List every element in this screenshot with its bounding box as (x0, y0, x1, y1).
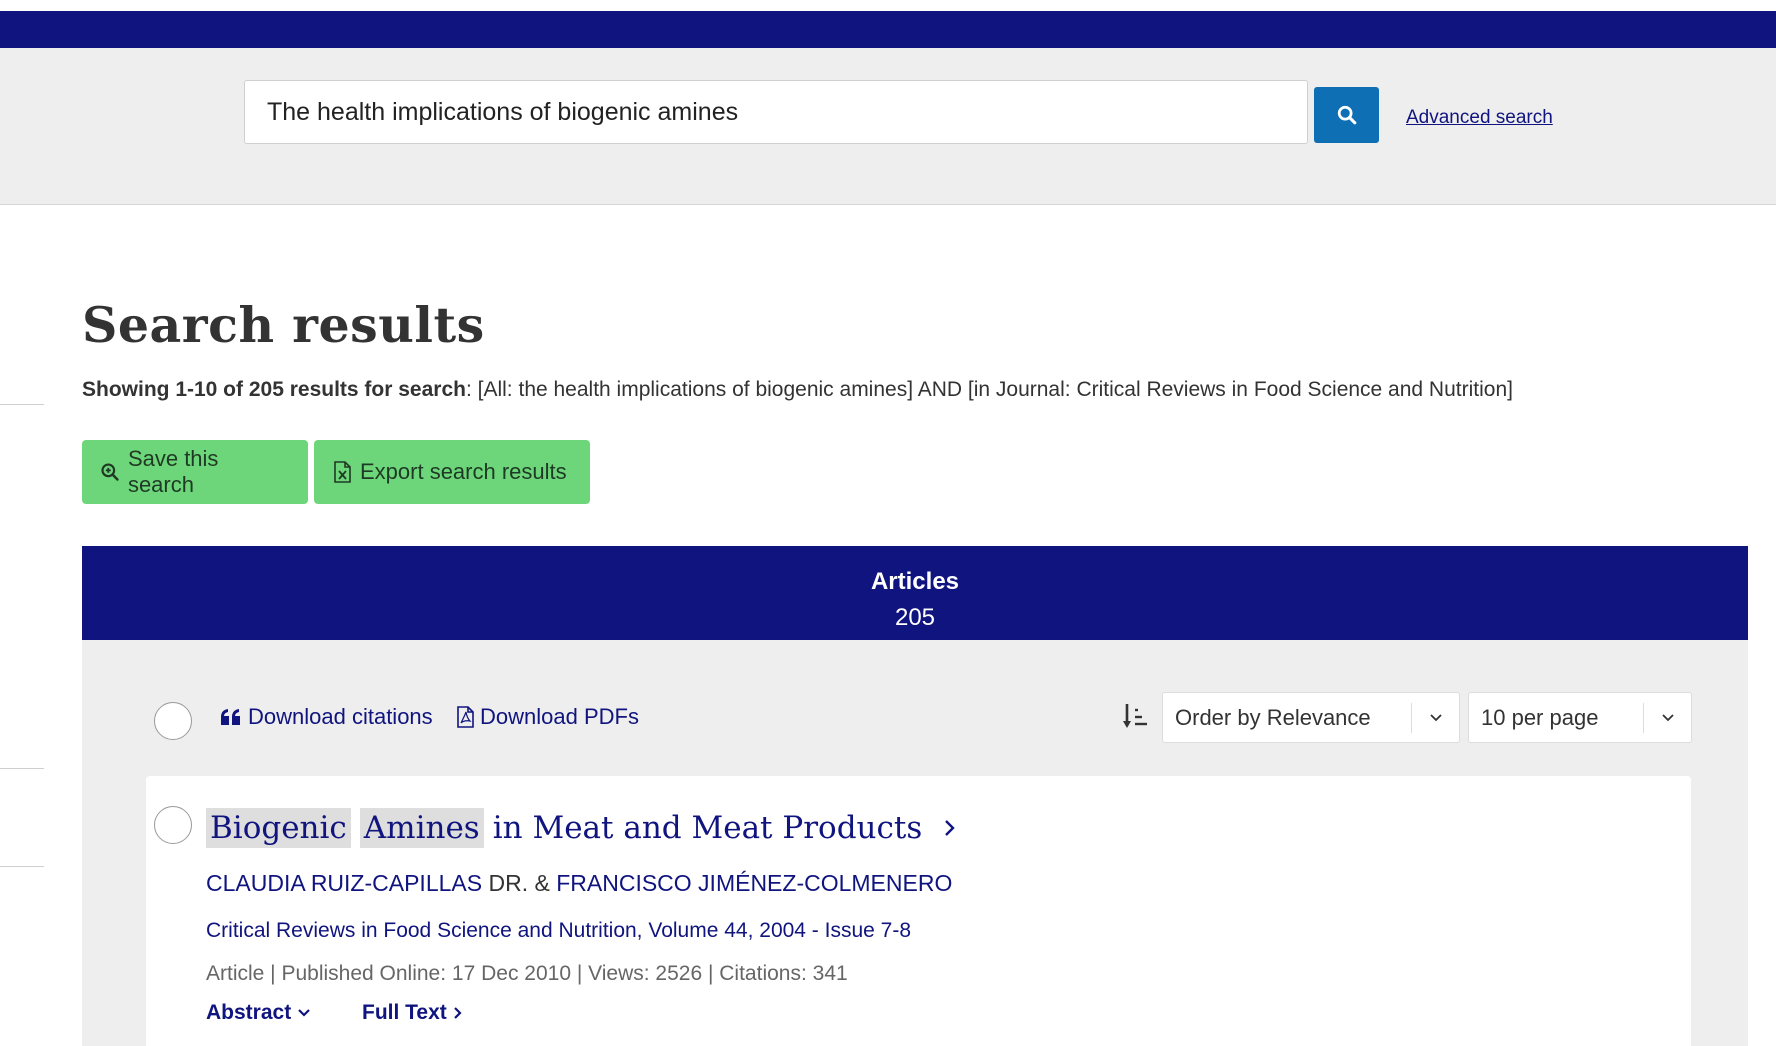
export-results-label: Export search results (360, 459, 567, 484)
download-citations-link[interactable]: Download citations (220, 704, 433, 730)
chevron-down-icon (1643, 703, 1691, 733)
sort-amount-icon (1123, 704, 1147, 728)
brand-navy-band (0, 11, 1776, 49)
sidebar-edge-divider (0, 768, 44, 769)
full-text-link[interactable]: Full Text (362, 1001, 463, 1025)
download-pdfs-label: Download PDFs (480, 704, 639, 729)
advanced-search-link[interactable]: Advanced search (1406, 107, 1553, 129)
sort-order-icon[interactable] (1122, 702, 1148, 735)
export-results-button[interactable]: Export search results (314, 440, 590, 504)
chevron-down-icon (1411, 703, 1459, 733)
top-header (0, 0, 1776, 49)
author-link[interactable]: CLAUDIA RUIZ-CAPILLAS (206, 870, 482, 896)
author-link[interactable]: FRANCISCO JIMÉNEZ-COLMENERO (556, 870, 952, 896)
tab-articles[interactable]: Articles 205 (82, 546, 1748, 648)
results-summary: Showing 1-10 of 205 results for search: … (82, 378, 1513, 402)
abstract-label: Abstract (206, 1001, 292, 1024)
pdf-file-icon (457, 706, 474, 728)
select-all-checkbox[interactable] (154, 702, 192, 740)
chevron-down-icon (298, 1009, 310, 1017)
quote-icon (221, 709, 240, 725)
title-highlight-term: Amines (359, 808, 484, 848)
sort-select-value: Order by Relevance (1175, 704, 1371, 730)
tab-articles-count: 205 (894, 604, 936, 631)
search-icon (1337, 105, 1356, 125)
download-citations-label: Download citations (248, 704, 433, 729)
full-text-label: Full Text (362, 1001, 447, 1024)
result-title-link[interactable]: Biogenic Amines in Meat and Meat Product… (206, 808, 960, 848)
download-pdfs-link[interactable]: Download PDFs (456, 704, 639, 730)
author-separator: DR. & (488, 870, 550, 896)
title-highlight-term: Biogenic (206, 808, 351, 848)
sort-select[interactable]: Order by Relevance (1162, 692, 1460, 743)
search-plus-icon (101, 463, 119, 481)
results-summary-count: Showing 1-10 of 205 results for search (82, 378, 466, 401)
excel-file-icon (334, 461, 351, 483)
result-select-checkbox[interactable] (154, 806, 192, 844)
sidebar-edge-divider (0, 866, 44, 867)
result-authors: CLAUDIA RUIZ-CAPILLAS DR. & FRANCISCO JI… (206, 870, 952, 897)
title-text: in Meat and Meat Products (492, 810, 923, 846)
journal-link[interactable]: Critical Reviews in Food Science and Nut… (206, 919, 911, 943)
sidebar-edge-divider (0, 404, 44, 405)
save-search-button[interactable]: Save this search (82, 440, 308, 504)
search-button[interactable] (1314, 87, 1379, 143)
chevron-right-icon (454, 1007, 462, 1019)
search-input[interactable] (244, 80, 1308, 144)
abstract-toggle[interactable]: Abstract (206, 1001, 311, 1025)
save-search-label: Save this search (127, 446, 219, 497)
chevron-right-icon (945, 820, 955, 836)
result-meta: Article | Published Online: 17 Dec 2010 … (206, 962, 848, 985)
search-bar-area: Advanced search (0, 48, 1776, 205)
page-title: Search results (82, 296, 485, 354)
per-page-select[interactable]: 10 per page (1468, 692, 1692, 743)
result-card: Biogenic Amines in Meat and Meat Product… (146, 776, 1691, 1046)
results-panel: Download citations Download PDFs Order b… (82, 640, 1748, 1046)
per-page-select-value: 10 per page (1481, 704, 1599, 730)
results-summary-query: : [All: the health implications of bioge… (465, 378, 1513, 401)
tab-articles-label: Articles (870, 568, 960, 595)
